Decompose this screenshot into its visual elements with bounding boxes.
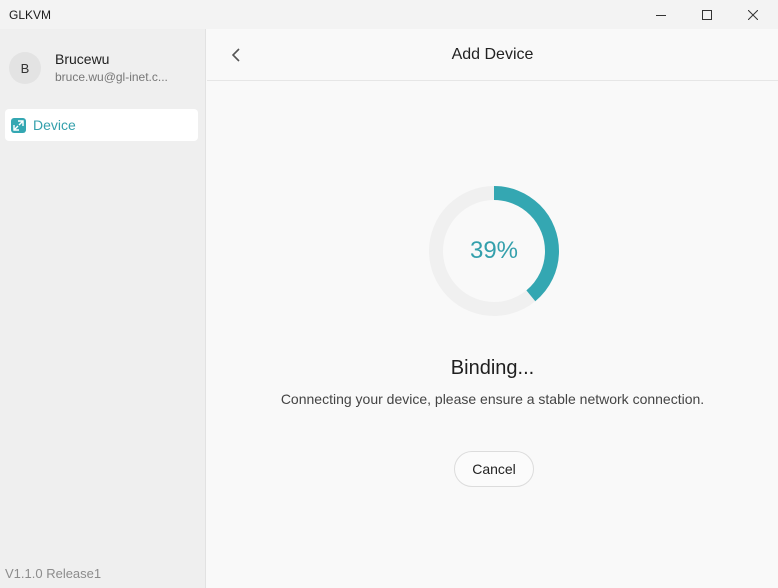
sidebar: B Brucewu bruce.wu@gl-inet.c... Device V… [0, 29, 206, 588]
device-remote-icon [11, 117, 26, 133]
chevron-left-icon [232, 48, 240, 62]
app-title: GLKVM [9, 7, 52, 22]
cancel-button[interactable]: Cancel [454, 451, 534, 487]
user-profile[interactable]: B Brucewu bruce.wu@gl-inet.c... [9, 51, 180, 86]
app-version: V1.1.0 Release1 [5, 566, 102, 581]
close-button[interactable] [730, 0, 776, 29]
status-title: Binding... [450, 357, 535, 379]
close-icon [748, 9, 758, 20]
window-controls [638, 0, 776, 29]
user-email: bruce.wu@gl-inet.c... [55, 70, 168, 84]
minimize-button[interactable] [638, 0, 684, 29]
sidebar-item-label: Device [33, 117, 76, 133]
progress-ring: 39% [428, 185, 560, 317]
maximize-icon [702, 9, 712, 20]
title-bar: GLKVM [0, 0, 778, 29]
maximize-button[interactable] [684, 0, 730, 29]
sidebar-item-device[interactable]: Device [5, 109, 198, 141]
status-description: Connecting your device, please ensure a … [280, 391, 705, 407]
page-title: Add Device [451, 45, 534, 63]
minimize-icon [656, 14, 666, 16]
user-name: Brucewu [55, 51, 110, 67]
user-info: Brucewu bruce.wu@gl-inet.c... [55, 51, 180, 86]
page-header: Add Device [207, 29, 778, 81]
progress-percent: 39% [469, 237, 519, 264]
main-content: Add Device 39% Binding... Connecting you… [207, 29, 778, 588]
back-button[interactable] [226, 44, 246, 66]
avatar: B [9, 52, 41, 84]
